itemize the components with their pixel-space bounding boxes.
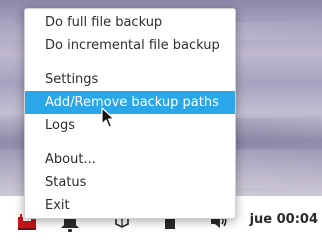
menu-item-status[interactable]: Status [25,171,235,194]
backup-context-menu: Do full file backup Do incremental file … [24,8,236,219]
clock[interactable]: jue 00:04 [250,210,318,230]
menu-item-incremental-backup[interactable]: Do incremental file backup [25,34,235,57]
mouse-pointer-icon [101,107,115,128]
menu-item-about[interactable]: About... [25,148,235,171]
menu-item-full-backup[interactable]: Do full file backup [25,11,235,34]
desktop: jue 00:04 Do full file backup Do increme… [0,0,322,244]
menu-separator [25,57,235,68]
menu-item-logs[interactable]: Logs [25,114,235,137]
menu-item-backup-paths[interactable]: Add/Remove backup paths [25,91,235,114]
menu-item-settings[interactable]: Settings [25,68,235,91]
menu-separator [25,137,235,148]
menu-item-exit[interactable]: Exit [25,194,235,217]
